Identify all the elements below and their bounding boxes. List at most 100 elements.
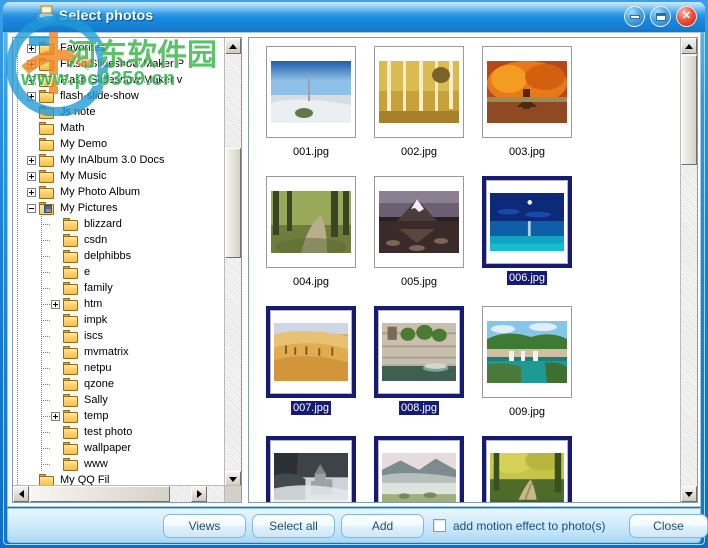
photo-thumbnail-frame[interactable] [374, 176, 464, 268]
photo-thumbnail-frame[interactable] [482, 46, 572, 138]
photo-thumbnail-frame[interactable] [486, 180, 568, 264]
photo-thumbnail-frame[interactable] [378, 440, 460, 503]
photo-thumbnail-item[interactable]: 010.jpg [257, 434, 365, 503]
title-bar: Select photos ✕ [3, 2, 705, 32]
tree-item-label: Flash Slideshow Maker v [59, 72, 182, 88]
tree-item-flash-slide-show[interactable]: flash-slide-show [13, 88, 225, 104]
maximize-button[interactable] [650, 6, 671, 27]
photo-thumbnail-frame[interactable] [482, 306, 572, 398]
photo-thumbnail-frame[interactable] [378, 310, 460, 394]
tree-collapse-icon[interactable] [27, 204, 36, 213]
minimize-button[interactable] [624, 6, 645, 27]
tree-expand-icon[interactable] [27, 76, 36, 85]
photo-thumbnail-frame[interactable] [486, 440, 568, 503]
tree-item-qzone[interactable]: qzone [13, 376, 225, 392]
tree-item-iscs[interactable]: iscs [13, 328, 225, 344]
tree-guide-stub [41, 368, 50, 369]
tree-item-test-photo[interactable]: test photo [13, 424, 225, 440]
photo-thumbnail-item[interactable]: 005.jpg [365, 174, 473, 304]
tree-expand-icon[interactable] [27, 172, 36, 181]
tree-item-flash-slideshow-maker-p[interactable]: Flash Slideshow Maker P [13, 56, 225, 72]
views-button[interactable]: Views [163, 514, 246, 538]
motion-effect-checkbox-group[interactable]: add motion effect to photo(s) [433, 519, 606, 533]
tree-item-temp[interactable]: temp [13, 408, 225, 424]
tree-item-my-demo[interactable]: My Demo [13, 136, 225, 152]
thumbnails-vertical-scroll-thumb[interactable] [681, 55, 697, 165]
window-title: Select photos [59, 7, 153, 23]
photo-thumbnail-frame[interactable] [374, 46, 464, 138]
tree-guide-line [17, 456, 18, 472]
tree-item-flash-slideshow-maker-v[interactable]: Flash Slideshow Maker v [13, 72, 225, 88]
photo-thumbnail-item[interactable]: 012.jpg [473, 434, 581, 503]
photo-thumbnail-item[interactable]: 004.jpg [257, 174, 365, 304]
tree-item-csdn[interactable]: csdn [13, 232, 225, 248]
add-button[interactable]: Add [341, 514, 424, 538]
tree-item-impk[interactable]: impk [13, 312, 225, 328]
close-button[interactable]: ✕ [676, 6, 697, 27]
tree-item-sally[interactable]: Sally [13, 392, 225, 408]
photo-thumbnail-item[interactable]: 007.jpg [257, 304, 365, 434]
tree-expand-icon[interactable] [27, 156, 36, 165]
tree-scroll-left-button[interactable] [13, 486, 29, 502]
folder-body [63, 268, 78, 279]
tree-scroll-up-button[interactable] [225, 38, 241, 54]
tree-item-js-note[interactable]: Js note [13, 104, 225, 120]
folder-icon [39, 138, 55, 151]
thumbnails-vertical-scrollbar[interactable] [680, 38, 697, 502]
tree-guide-line [17, 376, 18, 392]
tree-item-delphibbs[interactable]: delphibbs [13, 248, 225, 264]
tree-expand-icon[interactable] [27, 188, 36, 197]
tree-item-my-pictures[interactable]: My Pictures [13, 200, 225, 216]
tree-scroll-right-button[interactable] [191, 486, 207, 502]
tree-expand-icon[interactable] [27, 44, 36, 53]
photo-thumbnail-item[interactable]: 011.jpg [365, 434, 473, 503]
photo-thumbnail-frame[interactable] [270, 440, 352, 503]
photo-thumbnail-item[interactable]: 001.jpg [257, 44, 365, 174]
tree-vertical-scroll-thumb[interactable] [225, 148, 241, 258]
tree-vertical-scrollbar[interactable] [224, 38, 241, 487]
motion-effect-checkbox[interactable] [433, 519, 446, 532]
thumbnails-scroll-down-button[interactable] [681, 486, 697, 502]
close-icon: ✕ [682, 11, 691, 22]
tree-item-blizzard[interactable]: blizzard [13, 216, 225, 232]
tree-item-www[interactable]: www [13, 456, 225, 472]
close-dialog-button[interactable]: Close [629, 514, 708, 538]
tree-guide-line [17, 40, 18, 56]
folder-body [39, 124, 54, 135]
tree-expand-icon[interactable] [27, 60, 36, 69]
folder-icon [39, 170, 55, 183]
tree-expand-icon[interactable] [27, 92, 36, 101]
tree-item-label: My Music [59, 168, 106, 184]
tree-item-my-inalbum-3-0-docs[interactable]: My InAlbum 3.0 Docs [13, 152, 225, 168]
photo-thumbnail-image [379, 61, 459, 123]
photo-thumbnail-item[interactable]: 008.jpg [365, 304, 473, 434]
tree-item-family[interactable]: family [13, 280, 225, 296]
photo-thumbnail-item[interactable]: 002.jpg [365, 44, 473, 174]
tree-item-mvmatrix[interactable]: mvmatrix [13, 344, 225, 360]
tree-expander-placeholder [51, 460, 60, 469]
tree-item-math[interactable]: Math [13, 120, 225, 136]
photo-thumbnail-item[interactable]: 009.jpg [473, 304, 581, 434]
tree-item-my-music[interactable]: My Music [13, 168, 225, 184]
photo-thumbnail-item[interactable]: 006.jpg [473, 174, 581, 304]
photo-thumbnail-frame[interactable] [266, 46, 356, 138]
tree-expand-icon[interactable] [51, 412, 60, 421]
photo-thumbnail-item[interactable]: 003.jpg [473, 44, 581, 174]
tree-horizontal-scroll-thumb[interactable] [30, 486, 170, 502]
folder-body [39, 92, 54, 103]
thumbnails-scroll-up-button[interactable] [681, 38, 697, 54]
tree-item-e[interactable]: e [13, 264, 225, 280]
tree-indent [13, 104, 27, 120]
tree-item-wallpaper[interactable]: wallpaper [13, 440, 225, 456]
tree-expand-icon[interactable] [51, 300, 60, 309]
photo-thumbnail-frame[interactable] [270, 310, 352, 394]
tree-guide-line [17, 168, 18, 184]
tree-item-my-photo-album[interactable]: My Photo Album [13, 184, 225, 200]
tree-horizontal-scrollbar[interactable] [13, 485, 225, 502]
tree-item-favorites[interactable]: Favorites [13, 40, 225, 56]
tree-item-htm[interactable]: htm [13, 296, 225, 312]
photo-thumbnail-label: 006.jpg [507, 271, 547, 285]
tree-item-netpu[interactable]: netpu [13, 360, 225, 376]
select-all-button[interactable]: Select all [252, 514, 335, 538]
photo-thumbnail-frame[interactable] [266, 176, 356, 268]
